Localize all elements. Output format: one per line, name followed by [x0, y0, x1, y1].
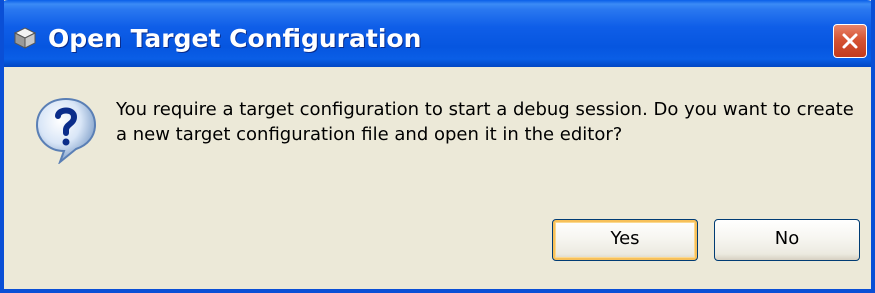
- question-icon: [34, 96, 98, 166]
- close-icon: [842, 33, 858, 49]
- window-title: Open Target Configuration: [48, 24, 422, 53]
- title-bar[interactable]: Open Target Configuration: [4, 0, 871, 67]
- cube-icon: [13, 26, 37, 50]
- dialog-window: Open Target Configuration You require a …: [0, 0, 875, 293]
- close-button[interactable]: [833, 24, 867, 58]
- dialog-content: You require a target configuration to st…: [4, 67, 871, 289]
- yes-button[interactable]: Yes: [552, 219, 698, 261]
- no-button[interactable]: No: [714, 219, 860, 261]
- dialog-message: You require a target configuration to st…: [116, 99, 854, 145]
